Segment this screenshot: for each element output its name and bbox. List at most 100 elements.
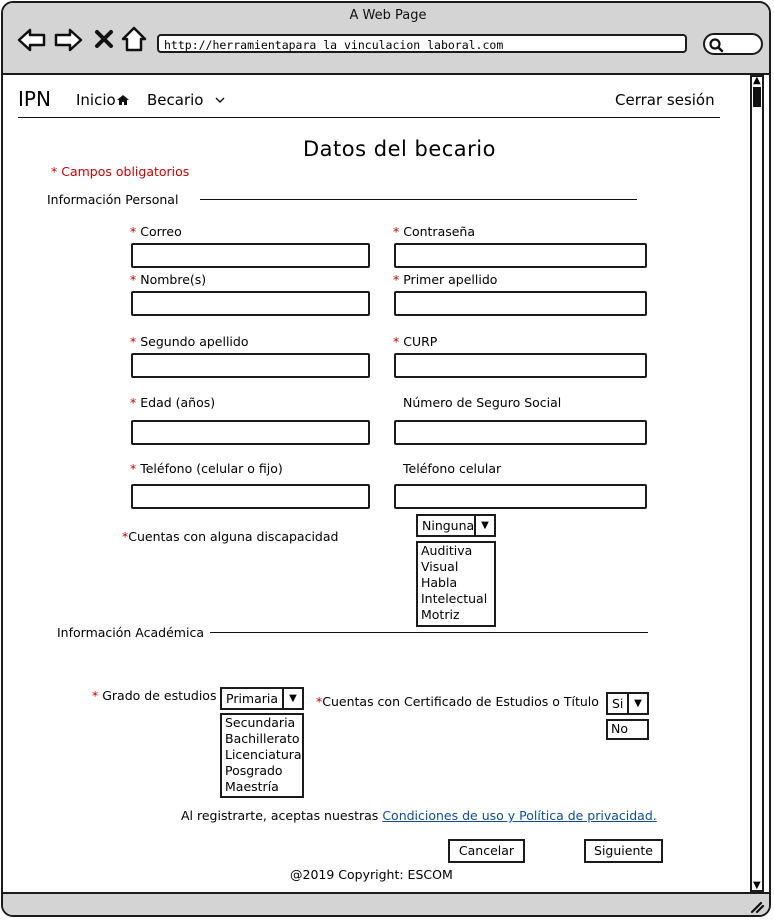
telefono-label: * Teléfono (celular o fijo)	[130, 461, 283, 476]
required-mark: *	[130, 224, 137, 239]
telefono-celular-label: Teléfono celular	[403, 461, 502, 476]
required-mark: *	[92, 688, 99, 703]
grado-select[interactable]: Primaria ▼	[220, 687, 304, 710]
correo-field[interactable]	[131, 243, 370, 268]
discapacidad-label: *Cuentas con alguna discapacidad	[122, 529, 338, 544]
grado-option[interactable]: Maestría	[222, 779, 302, 795]
section-personal-title: Información Personal	[47, 192, 179, 207]
correo-label-text: Correo	[140, 224, 182, 239]
primer-apellido-label: * Primer apellido	[393, 272, 497, 287]
discapacidad-label-text: Cuentas con alguna discapacidad	[128, 529, 339, 544]
segundo-apellido-field[interactable]	[131, 353, 370, 378]
contrasena-field[interactable]	[394, 243, 647, 268]
contrasena-label: * Contraseña	[393, 224, 475, 239]
edad-label: * Edad (años)	[130, 395, 215, 410]
telefono-label-text: Teléfono (celular o fijo)	[140, 461, 283, 476]
browser-search-field[interactable]	[703, 33, 763, 55]
resize-grip-icon[interactable]	[749, 900, 765, 914]
curp-label-text: CURP	[403, 334, 438, 349]
discapacidad-option[interactable]: Habla	[418, 575, 494, 591]
certificado-options: No	[606, 719, 649, 740]
dropdown-arrow-icon[interactable]: ▼	[627, 694, 647, 713]
nombre-label-text: Nombre(s)	[140, 272, 207, 287]
telefono-celular-field[interactable]	[394, 484, 647, 509]
browser-window: A Web Page http://herramientapara la vin…	[1, 1, 771, 917]
nav-inicio-label: Inicio	[76, 91, 116, 109]
certificado-option[interactable]: No	[608, 721, 647, 737]
scroll-down-icon[interactable]: ▼	[753, 881, 761, 891]
curp-field[interactable]	[394, 353, 647, 378]
scroll-up-icon[interactable]: ▲	[753, 76, 761, 86]
certificado-selected: Si	[612, 696, 624, 711]
discapacidad-option[interactable]: Intelectual	[418, 591, 494, 607]
required-mark: *	[130, 334, 137, 349]
discapacidad-option[interactable]: Auditiva	[418, 543, 494, 559]
required-mark: *	[130, 272, 137, 287]
required-note: * Campos obligatorios	[51, 164, 189, 179]
certificado-label: *Cuentas con Certificado de Estudios o T…	[316, 694, 599, 709]
discapacidad-select[interactable]: Ninguna ▼	[416, 514, 496, 537]
page-title: Datos del becario	[303, 137, 496, 161]
browser-titlebar: A Web Page http://herramientapara la vin…	[3, 3, 769, 75]
nombre-field[interactable]	[131, 291, 370, 316]
grado-label: * Grado de estudios	[92, 688, 216, 703]
back-arrow-icon[interactable]	[17, 27, 47, 53]
required-mark: *	[130, 395, 137, 410]
terms-text: Al registrarte, aceptas nuestras Condici…	[181, 808, 657, 823]
nss-label: Número de Seguro Social	[403, 395, 562, 410]
discapacidad-option[interactable]: Visual	[418, 559, 494, 575]
required-mark: *	[393, 224, 400, 239]
grado-label-text: Grado de estudios	[102, 688, 217, 703]
discapacidad-selected: Ninguna	[422, 518, 475, 533]
curp-label: * CURP	[393, 334, 437, 349]
telefono-field[interactable]	[131, 484, 370, 509]
primer-apellido-field[interactable]	[394, 291, 647, 316]
terms-prefix: Al registrarte, aceptas nuestras	[181, 808, 379, 823]
segundo-apellido-label: * Segundo apellido	[130, 334, 248, 349]
certificado-label-text: Cuentas con Certificado de Estudios o Tí…	[322, 694, 599, 709]
home-icon	[116, 95, 129, 105]
next-button[interactable]: Siguiente	[584, 839, 663, 863]
logout-link[interactable]: Cerrar sesión	[615, 91, 715, 109]
grado-option[interactable]: Posgrado	[222, 763, 302, 779]
terms-link[interactable]: Condiciones de uso y Política de privaci…	[382, 808, 656, 823]
grado-option[interactable]: Secundaria	[222, 715, 302, 731]
scrollbar-thumb[interactable]	[753, 87, 761, 107]
required-note-text: Campos obligatorios	[61, 164, 190, 179]
close-icon[interactable]	[93, 28, 115, 50]
segundo-apellido-label-text: Segundo apellido	[140, 334, 249, 349]
certificado-select[interactable]: Si ▼	[606, 692, 649, 715]
home-icon[interactable]	[120, 25, 148, 53]
nav-becario-label: Becario	[147, 91, 204, 109]
correo-label: * Correo	[130, 224, 182, 239]
contrasena-label-text: Contraseña	[403, 224, 476, 239]
grado-option[interactable]: Bachillerato	[222, 731, 302, 747]
section-personal-rule	[200, 199, 637, 200]
cancel-button[interactable]: Cancelar	[448, 839, 525, 863]
dropdown-arrow-icon[interactable]: ▼	[474, 516, 494, 535]
forward-arrow-icon[interactable]	[53, 27, 83, 53]
url-input[interactable]: http://herramientapara la vinculacion la…	[157, 34, 687, 53]
nss-field[interactable]	[394, 420, 647, 445]
nav-inicio[interactable]: Inicio	[76, 91, 130, 109]
section-academica-title: Información Académica	[57, 625, 204, 640]
discapacidad-option[interactable]: Motriz	[418, 607, 494, 623]
edad-field[interactable]	[131, 420, 370, 445]
required-mark: *	[393, 272, 400, 287]
nav-becario-dropdown[interactable]: Becario	[147, 91, 226, 109]
brand-logo[interactable]: IPN	[18, 87, 51, 111]
grado-option[interactable]: Licenciatura	[222, 747, 302, 763]
required-mark: *	[393, 334, 400, 349]
copyright: @2019 Copyright: ESCOM	[290, 867, 453, 882]
section-academica-rule	[210, 632, 648, 633]
nav-divider	[18, 117, 720, 118]
scrollbar-track[interactable]	[750, 75, 764, 892]
primer-apellido-label-text: Primer apellido	[403, 272, 498, 287]
browser-statusbar	[3, 892, 769, 915]
required-mark: *	[51, 164, 58, 179]
chevron-down-icon	[215, 97, 225, 103]
grado-selected: Primaria	[226, 691, 279, 706]
required-mark: *	[130, 461, 137, 476]
nombre-label: * Nombre(s)	[130, 272, 206, 287]
dropdown-arrow-icon[interactable]: ▼	[282, 689, 302, 708]
